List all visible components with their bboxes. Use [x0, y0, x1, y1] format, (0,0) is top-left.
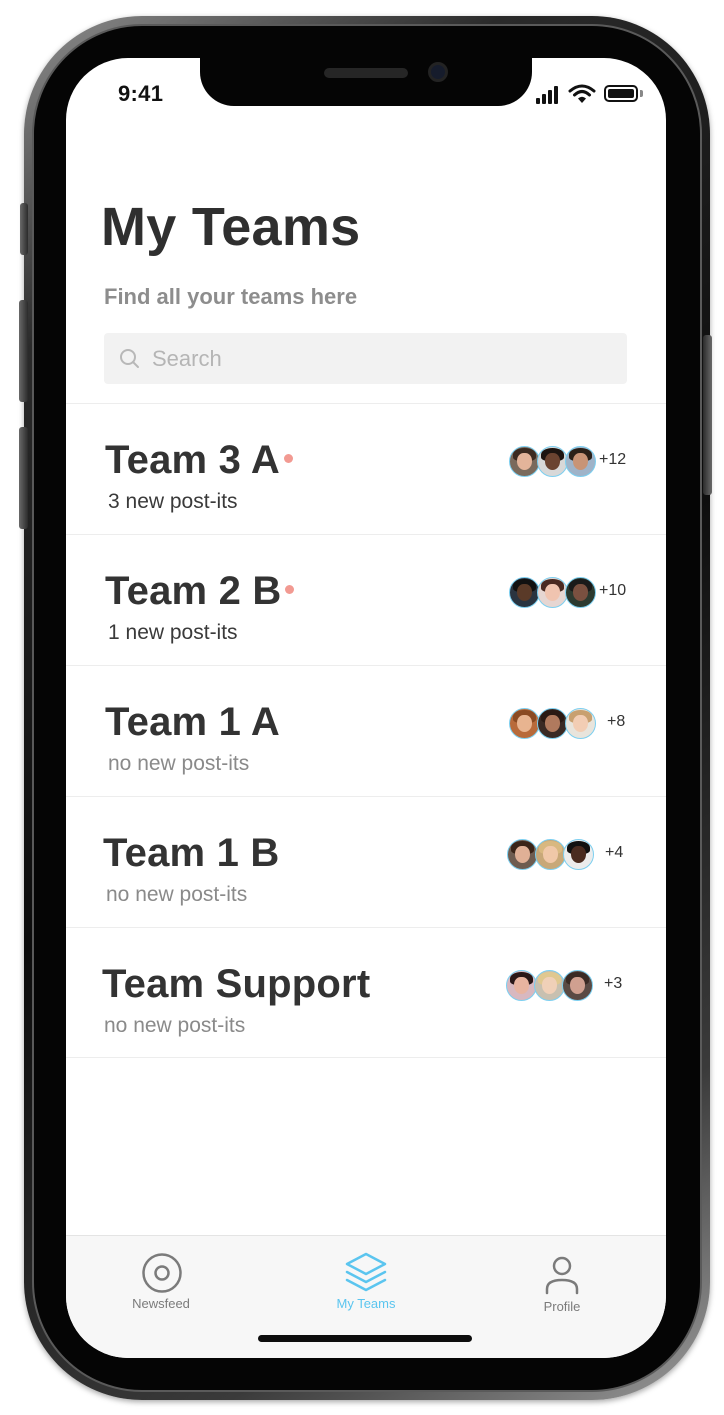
- page-title: My Teams: [101, 197, 361, 257]
- team-row[interactable]: Team 1 B no new post-its +4: [66, 796, 666, 927]
- avatar: [562, 970, 593, 1001]
- avatar: [565, 446, 596, 477]
- member-avatars: [509, 708, 599, 740]
- tab-my-teams[interactable]: My Teams: [316, 1236, 416, 1326]
- member-avatars: [506, 970, 596, 1002]
- wifi-icon: [568, 84, 596, 103]
- avatar: [509, 708, 540, 739]
- volume-up-button: [19, 300, 28, 402]
- page-subtitle: Find all your teams here: [104, 284, 358, 309]
- search-bar[interactable]: [104, 333, 627, 384]
- team-name: Team 1 B: [103, 831, 280, 875]
- avatar: [537, 708, 568, 739]
- member-count: +4: [605, 844, 624, 861]
- team-row[interactable]: Team Support no new post-its +3: [66, 927, 666, 1058]
- power-button: [703, 335, 712, 495]
- notch: [200, 58, 532, 106]
- avatar: [537, 446, 568, 477]
- team-title: Team Support: [102, 962, 370, 1007]
- search-input[interactable]: [152, 333, 612, 384]
- avatar: [506, 970, 537, 1001]
- team-row[interactable]: Team 1 A no new post-its +8: [66, 665, 666, 796]
- member-avatars: [507, 839, 597, 871]
- status-icons: [536, 84, 646, 104]
- avatar: [535, 839, 566, 870]
- person-icon: [545, 1256, 579, 1295]
- team-name: Team Support: [102, 962, 371, 1006]
- tab-label: My Teams: [336, 1296, 396, 1311]
- member-count: +12: [599, 451, 627, 468]
- tab-profile[interactable]: Profile: [512, 1236, 612, 1326]
- battery-icon: [604, 85, 638, 102]
- avatar: [507, 839, 538, 870]
- team-row[interactable]: Team 3 A 3 new post-its +12: [66, 403, 666, 534]
- team-row[interactable]: Team 2 B 1 new post-its +10: [66, 534, 666, 665]
- avatar: [565, 708, 596, 739]
- tab-label: Newsfeed: [132, 1296, 190, 1311]
- team-status: 1 new post-its: [108, 621, 238, 644]
- team-status: no new post-its: [108, 752, 250, 775]
- status-time: 9:41: [118, 81, 164, 106]
- team-name: Team 3 A: [105, 438, 280, 482]
- search-icon: [120, 349, 139, 368]
- unread-indicator: [285, 585, 295, 594]
- member-avatars: [509, 577, 599, 609]
- team-name: Team 1 A: [105, 700, 280, 744]
- avatar: [563, 839, 594, 870]
- home-indicator: [258, 1335, 472, 1342]
- battery-tip: [640, 90, 643, 97]
- team-name: Team 2 B: [105, 569, 282, 613]
- team-status: no new post-its: [106, 883, 248, 906]
- member-count: +3: [604, 975, 623, 992]
- signal-icon: [536, 84, 560, 104]
- team-title: Team 1 B: [103, 831, 279, 876]
- team-list: Team 3 A 3 new post-its +12 Team 2 B 1 n…: [66, 403, 666, 1058]
- silent-switch: [20, 203, 28, 255]
- avatar: [537, 577, 568, 608]
- team-status: 3 new post-its: [108, 490, 238, 513]
- app-screen: 9:41 My Teams Find all your teams here S…: [66, 58, 666, 1358]
- speaker-grille: [324, 68, 408, 78]
- team-title: Team 2 B: [105, 569, 295, 614]
- layers-icon: [345, 1252, 387, 1292]
- avatar: [509, 446, 540, 477]
- avatar: [565, 577, 596, 608]
- unread-indicator: [284, 454, 293, 463]
- member-avatars: [509, 446, 599, 478]
- member-count: +8: [607, 713, 626, 730]
- target-icon: [142, 1253, 182, 1293]
- team-title: Team 1 A: [105, 700, 280, 745]
- front-camera: [428, 62, 448, 82]
- volume-down-button: [19, 427, 28, 529]
- avatar: [509, 577, 540, 608]
- team-title: Team 3 A: [105, 438, 293, 483]
- avatar: [534, 970, 565, 1001]
- member-count: +10: [599, 582, 627, 599]
- tab-newsfeed[interactable]: Newsfeed: [111, 1236, 211, 1326]
- tab-label: Profile: [543, 1299, 581, 1314]
- team-status: no new post-its: [104, 1014, 246, 1037]
